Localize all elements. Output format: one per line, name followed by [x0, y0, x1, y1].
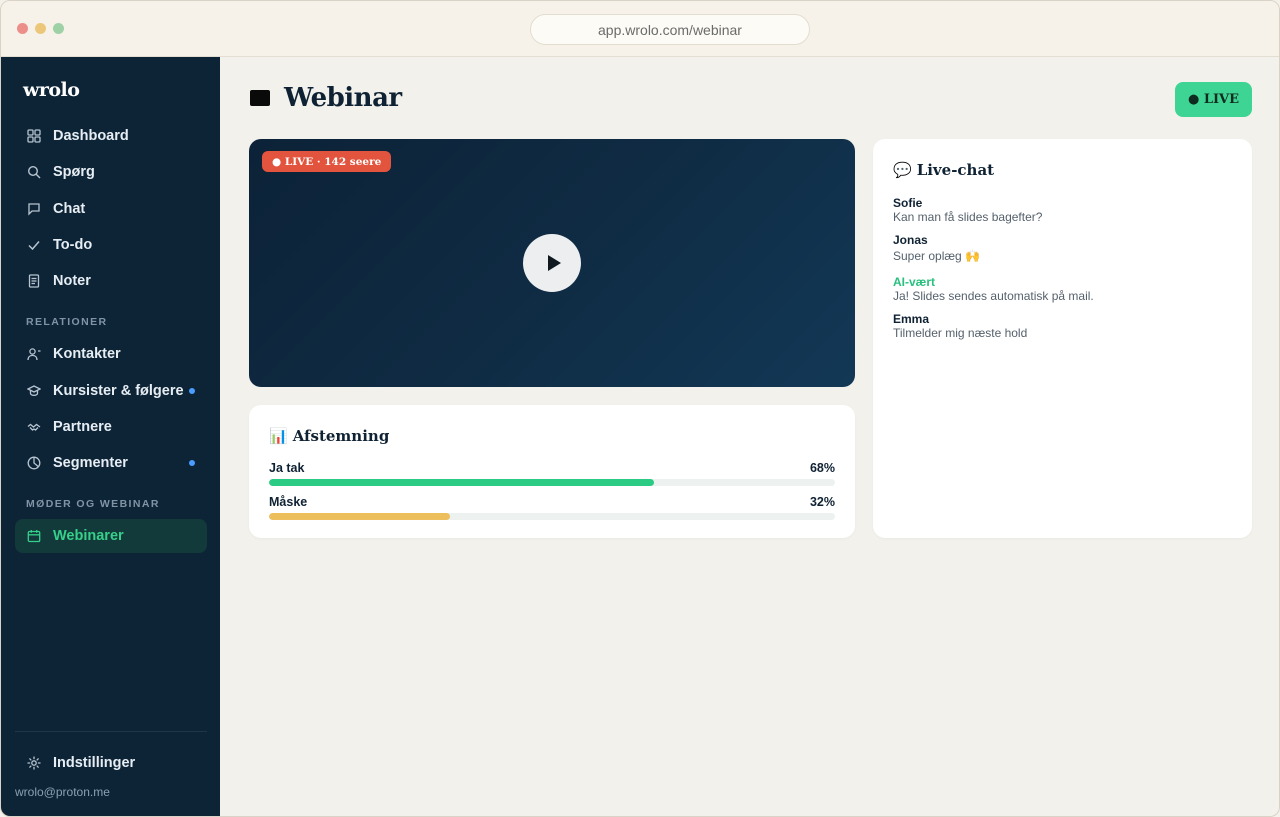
play-button[interactable] [523, 234, 581, 292]
sidebar-item-label: Kursister & følgere [53, 383, 184, 399]
chat-text: Ja! Slides sendes automatisk på mail. [893, 289, 1094, 303]
user-icon [26, 346, 42, 362]
close-window-button[interactable] [17, 23, 28, 34]
chat-message: Sofie Kan man få slides bagefter? [893, 196, 1233, 224]
window-controls [17, 23, 64, 34]
chat-author: Sofie [893, 196, 923, 210]
note-icon [26, 273, 42, 289]
chat-message: Jonas Super oplæg 🙌 [893, 233, 1233, 263]
chat-message: AI-vært Ja! Slides sendes automatisk på … [893, 275, 1233, 303]
chat-text: Super oplæg 🙌 [893, 249, 980, 263]
sidebar-item-label: Partnere [53, 419, 112, 435]
speech-bubble-icon: 💬 [893, 161, 912, 179]
chat-author: Emma [893, 312, 930, 326]
chat-message: Emma Tilmelder mig næste hold [893, 312, 1233, 340]
sidebar-item-segmenter[interactable]: Segmenter [15, 446, 207, 480]
minimize-window-button[interactable] [35, 23, 46, 34]
play-icon [547, 255, 561, 271]
sidebar-item-todo[interactable]: To-do [15, 228, 207, 262]
sidebar-item-webinarer[interactable]: Webinarer [15, 519, 207, 553]
live-chat-card: 💬 Live-chat Sofie Kan man få slides bage… [873, 139, 1252, 538]
page-title: Webinar [284, 83, 402, 113]
chat-text: Tilmelder mig næste hold [893, 326, 1028, 340]
live-button[interactable]: ● LIVE [1175, 82, 1252, 117]
chat-title-text: Live-chat [916, 161, 995, 179]
sidebar-item-settings[interactable]: Indstillinger [15, 746, 207, 780]
sidebar-item-label: Indstillinger [53, 755, 136, 771]
chat-author: Jonas [893, 233, 928, 247]
poll-card: 📊 Afstemning Ja tak 68% Måske 32% [249, 405, 855, 538]
browser-window: app.wrolo.com/webinar wrolo Dashboard Sp… [0, 0, 1280, 817]
poll-option-label: Måske [269, 495, 308, 509]
sidebar-item-dashboard[interactable]: Dashboard [15, 119, 207, 153]
sidebar-item-label: Webinarer [53, 528, 124, 544]
sidebar-item-label: Segmenter [53, 455, 128, 471]
poll-option-percent: 32% [809, 495, 835, 509]
handshake-icon [26, 419, 42, 435]
sidebar: wrolo Dashboard Spørg Chat To-do Noter R… [1, 57, 220, 816]
video-player[interactable]: ● LIVE · 142 seere [249, 139, 855, 387]
chat-text: Kan man få slides bagefter? [893, 210, 1043, 224]
chat-title: 💬 Live-chat [893, 161, 994, 179]
poll-bar-track [269, 479, 835, 486]
search-icon [26, 164, 42, 180]
poll-bar-track [269, 513, 835, 520]
poll-title-text: Afstemning [292, 427, 390, 445]
main-content: Webinar ● LIVE ● LIVE · 142 seere 📊 Afst… [220, 57, 1279, 816]
poll-title: 📊 Afstemning [269, 427, 389, 445]
grid-icon [26, 128, 42, 144]
sidebar-divider [15, 731, 207, 732]
browser-titlebar: app.wrolo.com/webinar [1, 1, 1279, 57]
bar-chart-icon: 📊 [269, 427, 288, 445]
sidebar-item-noter[interactable]: Noter [15, 264, 207, 298]
url-bar[interactable]: app.wrolo.com/webinar [530, 14, 810, 45]
poll-bar-fill [269, 513, 451, 520]
poll-bar-fill [269, 479, 654, 486]
chat-icon [26, 201, 42, 217]
maximize-window-button[interactable] [53, 23, 64, 34]
chat-author-ai: AI-vært [893, 275, 936, 289]
sidebar-item-label: To-do [53, 237, 93, 253]
check-icon [26, 237, 42, 253]
pie-chart-icon [26, 455, 42, 471]
sidebar-item-partnere[interactable]: Partnere [15, 410, 207, 444]
app-logo[interactable]: wrolo [23, 79, 80, 101]
calendar-icon [26, 528, 42, 544]
sidebar-item-label: Dashboard [53, 128, 129, 144]
sidebar-item-kontakter[interactable]: Kontakter [15, 337, 207, 371]
section-label-relations: RELATIONER [26, 316, 108, 328]
sidebar-item-chat[interactable]: Chat [15, 192, 207, 226]
poll-option-label: Ja tak [269, 461, 305, 475]
notification-dot [189, 460, 195, 466]
graduation-cap-icon [26, 383, 42, 399]
live-viewers-badge: ● LIVE · 142 seere [262, 151, 392, 172]
sidebar-item-kursister[interactable]: Kursister & følgere [15, 374, 207, 408]
page-header: Webinar [250, 83, 402, 113]
sidebar-item-label: Spørg [53, 164, 95, 180]
user-email[interactable]: wrolo@proton.me [15, 785, 110, 799]
sidebar-item-label: Chat [53, 201, 86, 217]
camera-icon [250, 90, 270, 106]
sidebar-item-label: Noter [53, 273, 91, 289]
sidebar-item-label: Kontakter [53, 346, 121, 362]
sidebar-item-sporg[interactable]: Spørg [15, 155, 207, 189]
gear-icon [26, 755, 42, 771]
section-label-meetings: MØDER OG WEBINAR [26, 498, 160, 510]
poll-option-percent: 68% [809, 461, 835, 475]
notification-dot [189, 388, 195, 394]
